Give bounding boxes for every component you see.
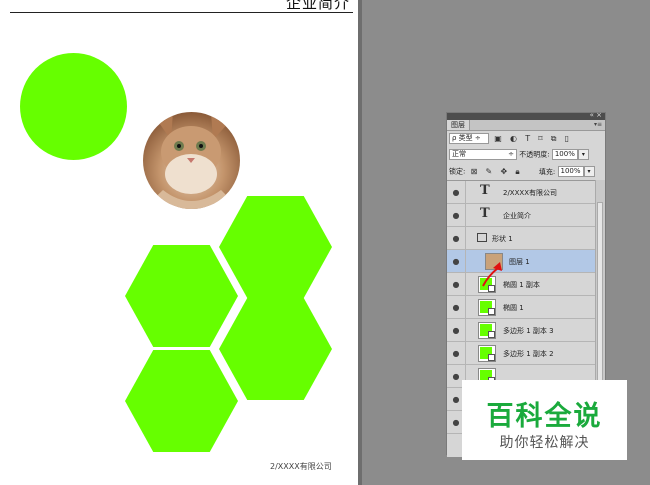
opacity-label: 不透明度: bbox=[519, 150, 550, 159]
watermark-subtitle: 助你轻松解决 bbox=[499, 435, 590, 451]
visibility-eye-icon[interactable]: ● bbox=[451, 326, 461, 335]
watermark-title: 百科全说 bbox=[486, 401, 603, 432]
visibility-eye-icon[interactable]: ● bbox=[451, 280, 461, 289]
green-hexagon-3[interactable] bbox=[219, 298, 332, 400]
filter-smart-icon[interactable]: ⧉ bbox=[551, 134, 557, 144]
green-hexagon-4[interactable] bbox=[125, 350, 238, 452]
green-hexagon-2[interactable] bbox=[125, 245, 238, 347]
row-divider bbox=[465, 250, 466, 273]
filter-toggle-icon[interactable]: ▯ bbox=[565, 134, 569, 143]
layer-name: 企业简介 bbox=[503, 212, 531, 220]
lock-transparent-icon[interactable]: ⊠ bbox=[471, 167, 478, 176]
document-footer: 2/XXXX有限公司 bbox=[270, 462, 332, 471]
lock-brush-icon[interactable]: ✎ bbox=[486, 167, 493, 176]
lock-all-icon[interactable]: 🔒︎ bbox=[515, 167, 519, 177]
row-divider bbox=[465, 296, 466, 319]
fill-label: 填充: bbox=[538, 167, 556, 176]
row-divider bbox=[465, 204, 466, 227]
blend-mode-value: 正常 bbox=[452, 150, 466, 158]
fill-input[interactable]: 100% bbox=[557, 166, 584, 177]
visibility-eye-icon[interactable]: ● bbox=[451, 188, 461, 197]
shape-thumbnail bbox=[478, 322, 496, 339]
opacity-dropdown-icon[interactable]: ▾ bbox=[577, 149, 589, 160]
lock-move-icon[interactable]: ✥ bbox=[500, 167, 507, 176]
filter-pixel-icon[interactable]: ▣ bbox=[494, 134, 502, 143]
green-circle[interactable] bbox=[20, 53, 127, 160]
shape-badge-icon bbox=[488, 308, 495, 315]
shape-layer-icon bbox=[477, 233, 487, 242]
green-hexagon-1[interactable] bbox=[219, 196, 332, 298]
shape-thumbnail bbox=[478, 345, 496, 362]
layer-row[interactable]: ● T 2/XXXX有限公司 bbox=[447, 181, 597, 204]
visibility-eye-icon[interactable]: ● bbox=[451, 395, 461, 404]
filter-row: ρ 类型 ÷ ▣ ◐ T ⌑ ⧉ ▯ bbox=[449, 133, 572, 144]
canvas-edge bbox=[358, 0, 362, 485]
layer-row[interactable]: ● 椭圆 1 bbox=[447, 296, 597, 319]
tab-layers[interactable]: 图层 bbox=[447, 120, 470, 130]
visibility-eye-icon[interactable]: ● bbox=[451, 418, 461, 427]
cat-photo-circle[interactable] bbox=[143, 112, 240, 209]
layer-name: 2/XXXX有限公司 bbox=[503, 189, 557, 197]
panel-menu-icon[interactable]: ▾≡ bbox=[594, 120, 602, 130]
row-divider bbox=[465, 342, 466, 365]
layer-row[interactable]: ● 多边形 1 副本 3 bbox=[447, 319, 597, 342]
layer-row[interactable]: ● 多边形 1 副本 2 bbox=[447, 342, 597, 365]
blend-row: 正常 ÷ 不透明度: 100% ▾ bbox=[449, 149, 589, 160]
title-rule bbox=[10, 12, 353, 13]
watermark-badge: 百科全说 助你轻松解决 bbox=[462, 380, 627, 460]
opacity-input[interactable]: 100% bbox=[551, 149, 578, 160]
panel-collapse-icon[interactable]: « × bbox=[590, 111, 602, 119]
blend-mode-select[interactable]: 正常 ÷ bbox=[449, 149, 517, 160]
filter-kind-select[interactable]: ρ 类型 ÷ bbox=[449, 133, 489, 144]
layer-row[interactable]: ● 椭圆 1 副本 bbox=[447, 273, 597, 296]
fill-dropdown-icon[interactable]: ▾ bbox=[583, 166, 595, 177]
filter-adjust-icon[interactable]: ◐ bbox=[510, 134, 517, 143]
lock-label: 锁定: bbox=[449, 167, 466, 176]
visibility-eye-icon[interactable]: ● bbox=[451, 349, 461, 358]
layer-name: 形状 1 bbox=[492, 235, 513, 243]
filter-shape-icon[interactable]: ⌑ bbox=[538, 134, 542, 143]
layer-row-selected[interactable]: ● 图层 1 bbox=[447, 250, 597, 273]
layer-row[interactable]: ● T 企业简介 bbox=[447, 204, 597, 227]
layer-row[interactable]: ● 形状 1 bbox=[447, 227, 597, 250]
text-layer-icon: T bbox=[480, 183, 490, 198]
visibility-eye-icon[interactable]: ● bbox=[451, 372, 461, 381]
filter-type-icon[interactable]: T bbox=[525, 134, 530, 143]
layer-name: 多边形 1 副本 2 bbox=[503, 350, 554, 358]
filter-kind-label: ρ 类型 bbox=[452, 134, 473, 142]
shape-badge-icon bbox=[488, 331, 495, 338]
layer-name: 椭圆 1 bbox=[503, 304, 524, 312]
visibility-eye-icon[interactable]: ● bbox=[451, 211, 461, 220]
row-divider bbox=[465, 227, 466, 250]
shape-thumbnail bbox=[478, 299, 496, 316]
text-layer-icon: T bbox=[480, 206, 490, 221]
panel-tab-row: 图层 ▾≡ bbox=[447, 120, 605, 131]
row-divider bbox=[465, 319, 466, 342]
panel-titlebar[interactable]: « × bbox=[447, 111, 605, 120]
visibility-eye-icon[interactable]: ● bbox=[451, 257, 461, 266]
row-divider bbox=[465, 273, 466, 296]
red-arrow-annotation bbox=[482, 262, 502, 287]
shape-badge-icon bbox=[488, 354, 495, 361]
layer-name: 多边形 1 副本 3 bbox=[503, 327, 554, 335]
lock-row: 锁定: ⊠ ✎ ✥ 🔒︎ 填充: 100% ▾ bbox=[449, 166, 595, 177]
row-divider bbox=[465, 181, 466, 204]
document-canvas[interactable]: 企业简介 2/XXXX有限公司 bbox=[0, 0, 358, 485]
visibility-eye-icon[interactable]: ● bbox=[451, 234, 461, 243]
visibility-eye-icon[interactable]: ● bbox=[451, 303, 461, 312]
